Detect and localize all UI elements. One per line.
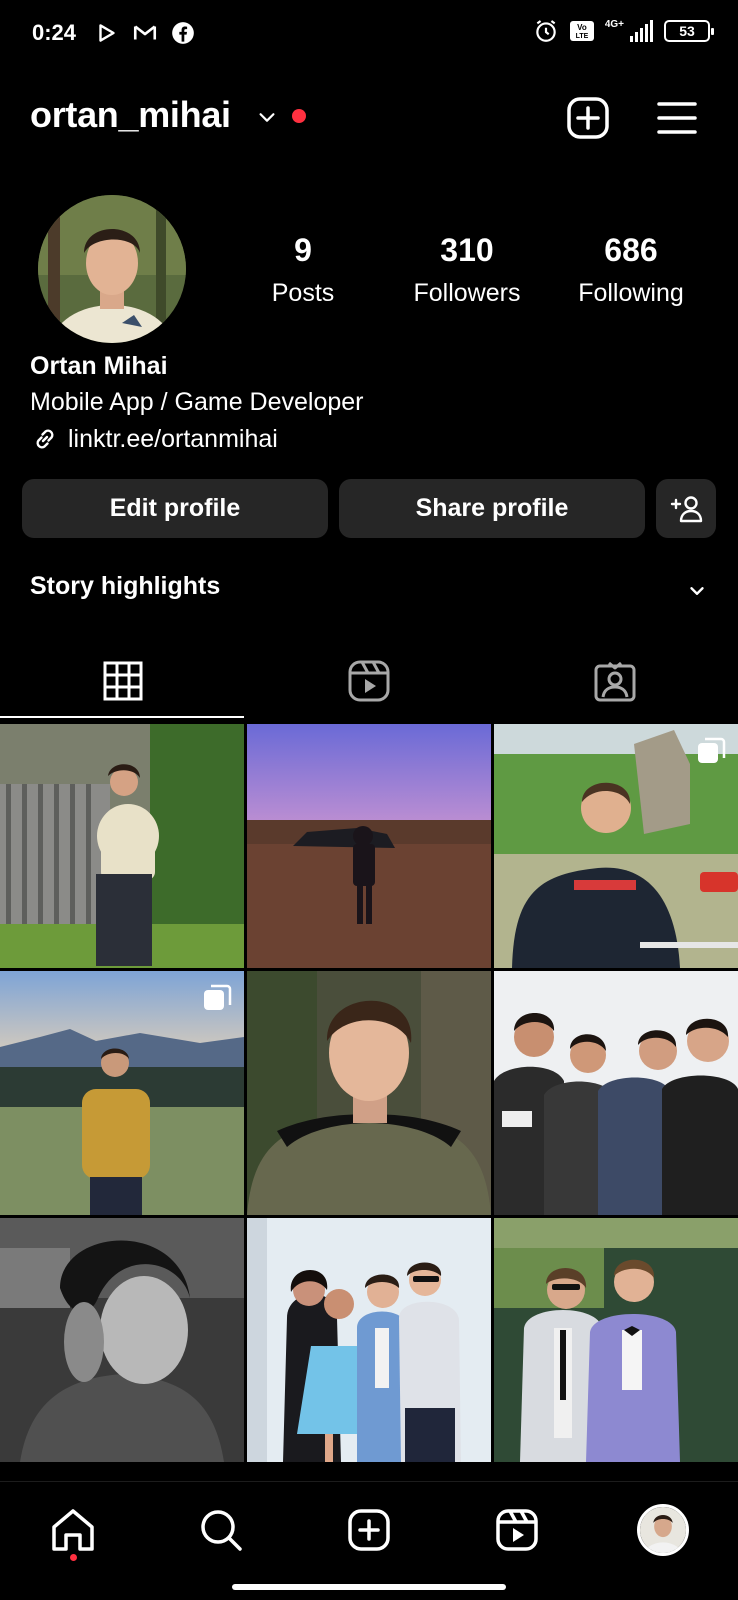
play-store-icon [99, 24, 115, 42]
status-bar: 0:24 Vo LTE 4G+ 53 [0, 0, 738, 66]
nav-create[interactable] [343, 1504, 395, 1556]
tab-posts-grid[interactable] [0, 642, 246, 720]
tab-reels[interactable] [246, 642, 492, 720]
following-stat[interactable]: 686 Following [556, 232, 706, 308]
posts-stat[interactable]: 9 Posts [228, 232, 378, 308]
followers-stat[interactable]: 310 Followers [392, 232, 542, 308]
post-thumbnail[interactable] [0, 1218, 244, 1462]
followers-count: 310 [440, 232, 494, 268]
followers-label: Followers [413, 279, 521, 307]
discover-people-button[interactable] [656, 479, 716, 538]
chevron-down-icon[interactable] [686, 580, 708, 602]
add-person-icon [670, 495, 703, 522]
bio-text: Mobile App / Game Developer [30, 388, 364, 416]
tab-tagged[interactable] [492, 642, 738, 720]
alarm-icon [536, 20, 556, 42]
nav-profile[interactable] [637, 1504, 689, 1556]
nav-reels[interactable] [491, 1504, 543, 1556]
photo-prom-group [247, 1218, 491, 1462]
create-icon [348, 1509, 390, 1551]
share-profile-label: Share profile [415, 494, 569, 522]
posts-grid [0, 724, 738, 1462]
photo-bw-portrait [0, 1218, 244, 1462]
post-thumbnail[interactable] [494, 971, 738, 1215]
multi-photo-icon [204, 984, 232, 1010]
following-label: Following [578, 279, 684, 307]
bio-link[interactable]: linktr.ee/ortanmihai [30, 424, 278, 454]
photo-forest-fence [0, 724, 244, 968]
link-text: linktr.ee/ortanmihai [68, 424, 278, 453]
account-switcher-chevron-icon[interactable] [256, 106, 278, 128]
facebook-icon [172, 22, 194, 44]
tagged-icon [594, 661, 636, 702]
home-notification-dot [70, 1554, 77, 1561]
menu-icon[interactable] [656, 98, 698, 138]
status-time: 0:24 [32, 20, 77, 45]
post-thumbnail[interactable] [0, 724, 244, 968]
search-icon [201, 1510, 242, 1551]
photo-group-four [494, 971, 738, 1215]
grid-icon [103, 661, 143, 701]
reels-icon [348, 660, 390, 702]
photo-two-suits [494, 1218, 738, 1462]
bottom-navigation [0, 1481, 738, 1577]
edit-profile-button[interactable]: Edit profile [22, 479, 328, 538]
link-icon [36, 429, 54, 449]
post-thumbnail[interactable] [247, 1218, 491, 1462]
photo-sunset-car [247, 724, 491, 968]
create-post-button[interactable] [566, 96, 610, 140]
profile-avatar[interactable] [38, 195, 186, 343]
posts-label: Posts [271, 279, 335, 307]
notification-dot [292, 109, 306, 123]
post-thumbnail[interactable] [247, 971, 491, 1215]
post-thumbnail[interactable] [494, 724, 738, 968]
network-type: 4G+ [604, 19, 624, 30]
post-thumbnail[interactable] [494, 1218, 738, 1462]
post-thumbnail[interactable] [247, 724, 491, 968]
gmail-icon [133, 25, 157, 40]
username-title[interactable]: ortan_mihai [30, 94, 231, 136]
avatar-photo [38, 195, 186, 343]
svg-text:Vo: Vo [577, 23, 587, 32]
share-profile-button[interactable]: Share profile [339, 479, 645, 538]
profile-tabs [0, 642, 738, 720]
display-name: Ortan Mihai [30, 352, 168, 380]
active-tab-indicator [0, 716, 244, 718]
battery-level: 53 [679, 23, 695, 39]
nav-search[interactable] [195, 1504, 247, 1556]
photo-portrait-tshirt [247, 971, 491, 1215]
reels-icon [496, 1509, 538, 1551]
story-highlights-title[interactable]: Story highlights [30, 572, 220, 601]
volte-icon: VoLTE [569, 21, 594, 41]
post-thumbnail[interactable] [0, 971, 244, 1215]
home-gesture-bar[interactable] [232, 1584, 506, 1590]
signal-icon [630, 20, 653, 42]
home-icon [52, 1509, 94, 1551]
signal-indicator: 4G+ [605, 20, 654, 42]
profile-avatar-small [637, 1504, 689, 1556]
svg-text:LTE: LTE [575, 33, 588, 40]
multi-photo-icon [698, 737, 726, 763]
profile-header: ortan_mihai [0, 80, 738, 156]
following-count: 686 [604, 232, 658, 268]
nav-home[interactable] [47, 1504, 99, 1556]
posts-count: 9 [294, 232, 312, 268]
edit-profile-label: Edit profile [109, 494, 241, 522]
battery-icon: 53 [664, 20, 714, 42]
